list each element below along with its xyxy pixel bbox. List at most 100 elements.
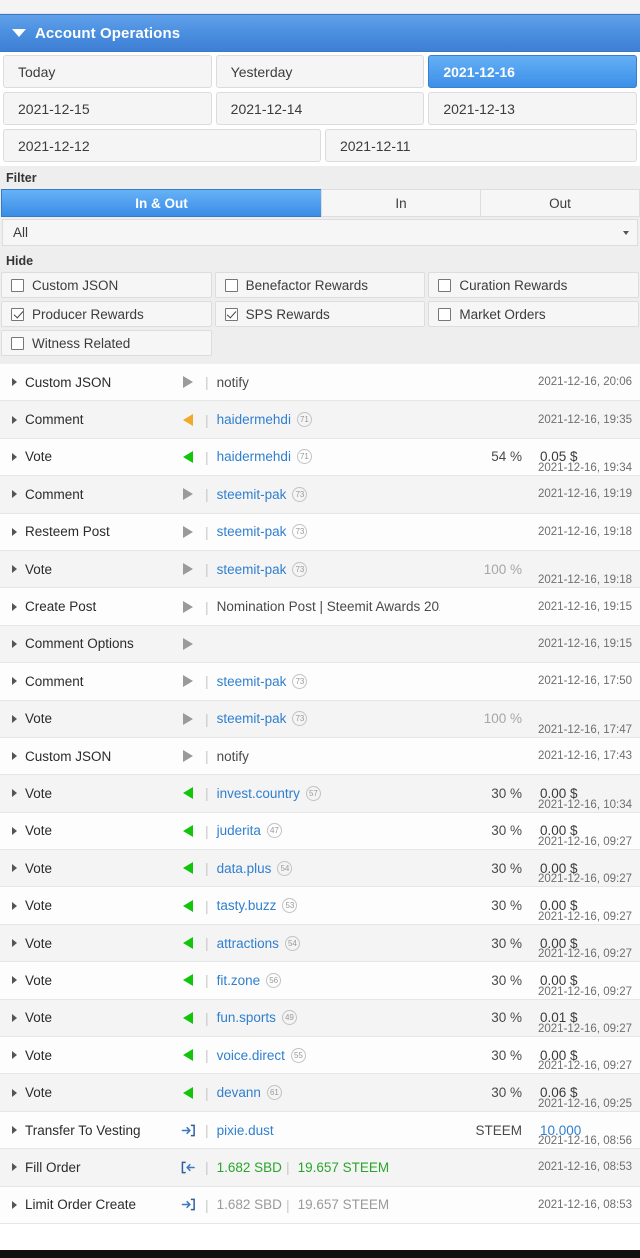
operation-row[interactable]: Comment | steemit-pak 73 2021-12-16, 19:19 [0, 476, 640, 514]
operation-row[interactable]: Comment | haidermehdi 71 2021-12-16, 19:35 [0, 401, 640, 439]
expand-chevron-icon[interactable] [12, 452, 17, 461]
account-link[interactable]: haidermehdi [217, 412, 291, 427]
operation-row[interactable]: Vote | attractions 54 30 % 0.00 $2021-12-16, … [0, 924, 640, 963]
operation-row[interactable]: Comment Options 2021-12-16, 19:15 [0, 625, 640, 664]
expand-chevron-icon[interactable] [12, 826, 17, 835]
expand-chevron-icon[interactable] [12, 1088, 17, 1097]
hide-checkbox-producer-rewards[interactable]: Producer Rewards [1, 301, 212, 327]
filter-segment-out[interactable]: Out [480, 189, 640, 217]
account-link[interactable]: steemit-pak [217, 711, 287, 726]
expand-chevron-icon[interactable] [12, 939, 17, 948]
account-link[interactable]: fit.zone [217, 973, 261, 988]
operation-timestamp: 2021-12-16, 17:43 [538, 750, 632, 763]
expand-chevron-icon[interactable] [12, 677, 17, 686]
hide-checkbox-witness-related[interactable]: Witness Related [1, 330, 212, 356]
account-link[interactable]: steemit-pak [217, 524, 287, 539]
account-link[interactable]: haidermehdi [217, 449, 291, 464]
expand-chevron-icon[interactable] [12, 752, 17, 761]
operation-target: | steemit-pak 73 [201, 524, 440, 540]
checkbox-checked-icon[interactable] [224, 307, 238, 321]
operation-row[interactable]: Custom JSON | notify 2021-12-16, 17:43 [0, 737, 640, 776]
operation-row[interactable]: Fill Order | 1.682 SBD | 19.657 STEEM 2021-12… [0, 1149, 640, 1187]
hide-checkbox-market-orders[interactable]: Market Orders [428, 301, 640, 327]
account-link[interactable]: devann [217, 1085, 261, 1100]
operation-type-label: Custom JSON [25, 748, 112, 764]
operation-row[interactable]: Custom JSON | notify 2021-12-16, 20:06 [0, 364, 640, 402]
expand-chevron-icon[interactable] [12, 490, 17, 499]
account-link[interactable]: juderita [217, 823, 261, 838]
operation-type-select[interactable]: All [2, 219, 638, 246]
operation-row[interactable]: Vote | fun.sports 49 30 % 0.01 $2021-12-16, 0… [0, 999, 640, 1038]
date-tab-label: 2021-12-11 [339, 137, 411, 154]
operation-row[interactable]: Limit Order Create | 1.682 SBD | 19.657 STEE… [0, 1186, 640, 1224]
expand-chevron-icon[interactable] [12, 976, 17, 985]
operation-row[interactable]: Vote | juderita 47 30 % 0.00 $2021-12-16, 09:… [0, 812, 640, 851]
operation-row[interactable]: Vote | voice.direct 55 30 % 0.00 $2021-12-16,… [0, 1037, 640, 1075]
operation-row[interactable]: Vote | data.plus 54 30 % 0.00 $2021-12-16, 09… [0, 850, 640, 888]
account-link[interactable]: fun.sports [217, 1010, 276, 1025]
expand-chevron-icon[interactable] [12, 527, 17, 536]
account-link[interactable]: invest.country [217, 786, 300, 801]
operation-row[interactable]: Vote | devann 61 30 % 0.06 $2021-12-16, 09:25 [0, 1074, 640, 1112]
date-tab-2021-12-16[interactable]: 2021-12-16 [428, 55, 638, 88]
date-tab-2021-12-15[interactable]: 2021-12-15 [3, 92, 212, 125]
operation-row[interactable]: Vote | haidermehdi 71 54 % 0.05 $2021-12-16, … [0, 438, 640, 477]
checkbox-unchecked-icon[interactable] [224, 278, 238, 292]
operation-row[interactable]: Resteem Post | steemit-pak 73 2021-12-16, 19… [0, 513, 640, 551]
expand-chevron-icon[interactable] [12, 1200, 17, 1209]
expand-chevron-icon[interactable] [12, 602, 17, 611]
operation-row[interactable]: Comment | steemit-pak 73 2021-12-16, 17:50 [0, 663, 640, 701]
filter-segment-in-out[interactable]: In & Out [1, 189, 323, 217]
expand-chevron-icon[interactable] [12, 565, 17, 574]
hide-checkbox-benefactor-rewards[interactable]: Benefactor Rewards [214, 272, 426, 298]
operation-row[interactable]: Vote | tasty.buzz 53 30 % 0.00 $2021-12-16, 0… [0, 887, 640, 925]
account-link[interactable]: steemit-pak [217, 674, 287, 689]
operation-target: | haidermehdi 71 [201, 449, 440, 465]
filter-segment-in[interactable]: In [321, 189, 482, 217]
date-tab-today[interactable]: Today [3, 55, 212, 88]
expand-chevron-icon[interactable] [12, 639, 17, 648]
expand-chevron-icon[interactable] [12, 789, 17, 798]
hide-checkbox-custom-json[interactable]: Custom JSON [1, 272, 212, 298]
date-tab-yesterday[interactable]: Yesterday [215, 55, 425, 88]
account-link[interactable]: voice.direct [217, 1048, 285, 1063]
operation-row[interactable]: Vote | invest.country 57 30 % 0.00 $2021-12-1… [0, 775, 640, 813]
account-link[interactable]: attractions [217, 936, 279, 951]
operation-row[interactable]: Transfer To Vesting | pixie.dust STEEM 10.00… [0, 1111, 640, 1150]
expand-chevron-icon[interactable] [12, 1051, 17, 1060]
checkbox-unchecked-icon[interactable] [438, 307, 452, 321]
operation-row[interactable]: Vote | fit.zone 56 30 % 0.00 $2021-12-16, 09:… [0, 962, 640, 1000]
checkbox-unchecked-icon[interactable] [11, 278, 24, 292]
expand-chevron-icon[interactable] [12, 378, 17, 387]
operation-type-label: Transfer To Vesting [25, 1122, 141, 1138]
account-link[interactable]: steemit-pak [217, 562, 287, 577]
operation-row[interactable]: Vote | steemit-pak 73 100 % 2021-12-16, 17:47 [0, 700, 640, 738]
checkbox-unchecked-icon[interactable] [438, 278, 452, 292]
date-tab-2021-12-14[interactable]: 2021-12-14 [215, 92, 425, 125]
checkbox-checked-icon[interactable] [11, 307, 24, 321]
account-link[interactable]: steemit-pak [217, 487, 287, 502]
hide-checkbox-sps-rewards[interactable]: SPS Rewards [214, 301, 426, 327]
reputation-badge: 57 [305, 785, 321, 801]
account-link[interactable]: data.plus [217, 861, 272, 876]
hide-checkbox-curation-rewards[interactable]: Curation Rewards [428, 272, 640, 298]
operation-target: | fit.zone 56 [201, 972, 440, 988]
direction-icon [175, 413, 201, 426]
operation-row[interactable]: Vote | steemit-pak 73 100 % 2021-12-16, 19:18 [0, 550, 640, 589]
account-link[interactable]: pixie.dust [217, 1123, 274, 1138]
expand-chevron-icon[interactable] [12, 1126, 17, 1134]
date-tab-2021-12-13[interactable]: 2021-12-13 [428, 92, 638, 125]
checkbox-unchecked-icon[interactable] [11, 336, 24, 350]
account-link[interactable]: tasty.buzz [217, 898, 277, 913]
date-tab-2021-12-11[interactable]: 2021-12-11 [324, 129, 637, 162]
account-operations-header[interactable]: Account Operations [0, 14, 640, 52]
date-tab-2021-12-12[interactable]: 2021-12-12 [3, 129, 321, 162]
expand-chevron-icon[interactable] [12, 901, 17, 910]
expand-chevron-icon[interactable] [12, 1163, 17, 1172]
expand-chevron-icon[interactable] [12, 1013, 17, 1022]
expand-chevron-icon[interactable] [12, 864, 17, 873]
expand-chevron-icon[interactable] [12, 714, 17, 723]
operation-percent: 30 % [491, 1010, 522, 1026]
operation-row[interactable]: Create Post | Nomination Post | Steemit Aw… [0, 588, 640, 626]
expand-chevron-icon[interactable] [12, 415, 17, 424]
